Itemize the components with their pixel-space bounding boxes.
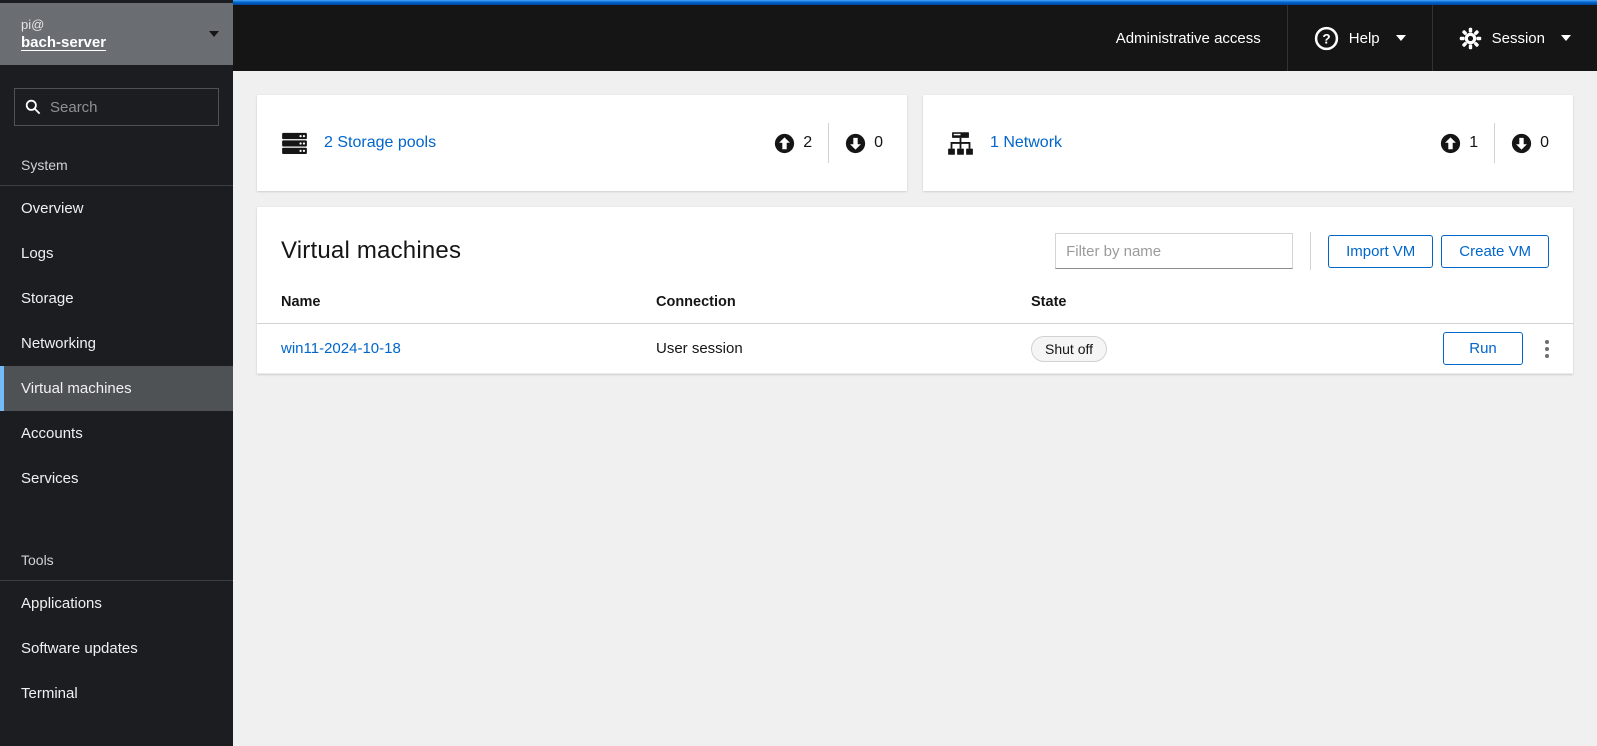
column-header-name[interactable]: Name <box>257 288 632 324</box>
sidebar: pi@ bach-server System Overview Logs Sto… <box>0 0 233 746</box>
help-dropdown[interactable]: ? Help <box>1286 5 1432 71</box>
nav-group-label: Tools <box>0 539 233 581</box>
gear-icon <box>1459 27 1481 49</box>
virtual-machines-card: Virtual machines Import VM Create VM Nam… <box>257 207 1573 374</box>
nav-group-label: System <box>0 144 233 186</box>
chevron-down-icon <box>209 31 219 37</box>
vm-name-link[interactable]: win11-2024-10-18 <box>281 340 401 357</box>
chevron-down-icon <box>1561 35 1571 41</box>
filter-by-name-input[interactable] <box>1055 233 1294 269</box>
arrow-circle-up-icon <box>1441 133 1461 153</box>
help-label: Help <box>1348 29 1380 47</box>
help-icon: ? <box>1314 26 1338 50</box>
table-row: win11-2024-10-18 User session Shut off R… <box>257 323 1573 374</box>
nav-group-tools: Tools Applications Software updates Term… <box>0 539 233 716</box>
arrow-circle-up-icon <box>775 133 795 153</box>
vm-connection: User session <box>632 323 1007 374</box>
user-menu-dropdown[interactable]: pi@ bach-server <box>0 3 233 65</box>
session-dropdown[interactable]: Session <box>1431 5 1597 71</box>
storage-pools-active-count: 2 <box>774 133 812 154</box>
network-icon <box>947 130 974 157</box>
sidebar-item-terminal[interactable]: Terminal <box>0 671 233 716</box>
storage-pools-icon <box>281 130 308 157</box>
divider <box>828 123 830 163</box>
create-vm-button[interactable]: Create VM <box>1441 234 1549 268</box>
sidebar-search[interactable] <box>14 88 219 126</box>
storage-pools-inactive-count: 0 <box>845 133 883 154</box>
run-button[interactable]: Run <box>1443 332 1523 365</box>
chevron-down-icon <box>1395 35 1406 41</box>
network-card: 1 Network 1 0 <box>923 95 1573 191</box>
main-content: 2 Storage pools 2 0 1 Network 1 0 Virtua… <box>233 71 1597 746</box>
sidebar-item-logs[interactable]: Logs <box>0 231 233 276</box>
sidebar-item-applications[interactable]: Applications <box>0 581 233 626</box>
session-label: Session <box>1491 29 1545 47</box>
host-name: bach-server <box>21 34 107 51</box>
network-active-count: 1 <box>1440 133 1478 154</box>
column-header-connection[interactable]: Connection <box>632 288 1007 324</box>
sidebar-item-accounts[interactable]: Accounts <box>0 411 233 456</box>
arrow-circle-down-icon <box>1511 133 1532 153</box>
storage-pools-link[interactable]: 2 Storage pools <box>324 134 436 152</box>
masthead: Administrative access ? Help Session <box>233 0 1597 71</box>
administrative-access-label: Administrative access <box>1115 29 1261 47</box>
kebab-menu-button[interactable] <box>1537 334 1557 364</box>
administrative-access-button[interactable]: Administrative access <box>1090 5 1287 71</box>
network-link[interactable]: 1 Network <box>990 134 1062 152</box>
sidebar-item-networking[interactable]: Networking <box>0 321 233 366</box>
page-title: Virtual machines <box>281 237 462 264</box>
vm-table: Name Connection State win11-2024-10-18 U… <box>257 288 1573 374</box>
column-header-state[interactable]: State <box>1007 288 1387 324</box>
arrow-circle-down-icon <box>845 133 866 153</box>
storage-pools-card: 2 Storage pools 2 0 <box>257 95 907 191</box>
svg-text:?: ? <box>1322 31 1330 46</box>
sidebar-item-virtual-machines[interactable]: Virtual machines <box>0 366 233 411</box>
divider <box>1494 123 1496 163</box>
sidebar-item-services[interactable]: Services <box>0 456 233 501</box>
overview-cards-row: 2 Storage pools 2 0 1 Network 1 0 <box>257 95 1573 191</box>
user-name: pi@ <box>21 17 45 32</box>
sidebar-item-storage[interactable]: Storage <box>0 276 233 321</box>
network-inactive-count: 0 <box>1511 133 1549 154</box>
import-vm-button[interactable]: Import VM <box>1328 234 1434 268</box>
column-header-actions <box>1387 288 1573 324</box>
search-icon <box>25 99 41 115</box>
status-badge: Shut off <box>1031 335 1108 362</box>
divider <box>1310 232 1312 270</box>
nav-group-system: System Overview Logs Storage Networking … <box>0 144 233 501</box>
sidebar-item-software-updates[interactable]: Software updates <box>0 626 233 671</box>
sidebar-item-overview[interactable]: Overview <box>0 186 233 231</box>
search-input[interactable] <box>50 98 208 116</box>
